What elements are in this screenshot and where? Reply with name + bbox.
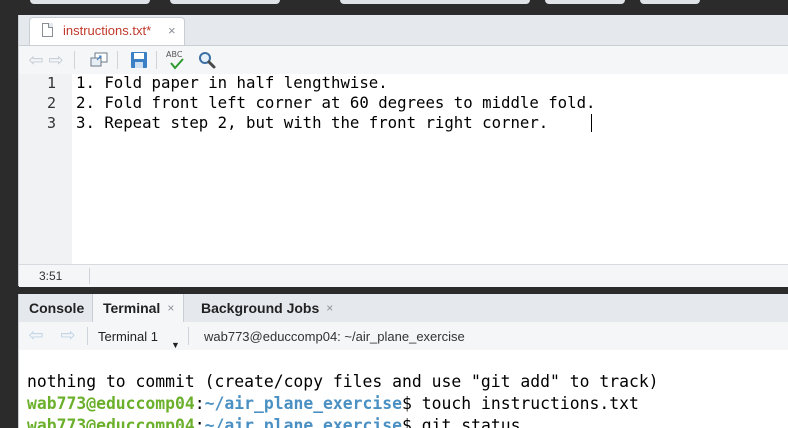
console-pane: Console Terminal × Background Jobs × ⇦ ⇨… [18,294,788,428]
editor-toolbar: ⇦ ⇨ ABC [19,46,788,75]
search-icon[interactable] [196,50,218,70]
toolbar-divider [117,51,118,69]
source-editor-pane: instructions.txt* × ⇦ ⇨ ABC 1 2 3 1. Fol… [18,15,788,287]
tab-terminal-label: Terminal [103,300,161,316]
line-number: 2 [46,94,56,112]
tab-background-jobs[interactable]: Background Jobs × [191,294,351,322]
back-arrow-icon[interactable]: ⇦ [27,325,45,345]
line-number: 3 [46,114,56,132]
code-line[interactable]: 3. Repeat step 2, but with the front rig… [76,113,548,132]
editor-tab-bar: instructions.txt* × [19,15,788,46]
editor-tab-label: instructions.txt* [63,23,152,38]
top-window-strip [0,0,788,15]
code-line[interactable]: 1. Fold paper in half lengthwise. [76,73,388,92]
prompt-separator: : [194,394,205,413]
cursor-position: 3:51 [39,269,63,283]
toolbar-divider [188,327,189,345]
console-tab-bar: Console Terminal × Background Jobs × [19,294,788,323]
prompt-user: wab773@educcomp04 [27,394,195,413]
close-tab-icon[interactable]: × [168,23,176,38]
code-line[interactable]: 2. Fold front left corner at 60 degrees … [76,93,595,112]
tab-terminal[interactable]: Terminal × [92,294,184,322]
close-tab-icon[interactable]: × [167,301,174,315]
line-number: 1 [46,74,56,92]
code-editor[interactable]: 1 2 3 1. Fold paper in half lengthwise. … [19,73,788,264]
terminal-line: wab773@educcomp04:~/air_plane_exercise$ … [27,416,520,428]
save-icon[interactable] [128,50,150,70]
prompt-user: wab773@educcomp04 [27,416,195,428]
status-divider [89,268,90,284]
toolbar-divider [87,327,88,345]
toolbar-divider [156,51,157,69]
terminal-output[interactable]: nothing to commit (create/copy files and… [19,350,788,428]
tab-console-label: Console [29,300,85,316]
terminal-line: nothing to commit (create/copy files and… [27,372,659,391]
tab-background-jobs-label: Background Jobs [201,300,320,316]
terminal-session-title: wab773@educcomp04: ~/air_plane_exercise [204,329,465,344]
editor-status-bar: 3:51 [19,264,788,287]
back-arrow-icon[interactable]: ⇦ [27,50,45,70]
forward-arrow-icon[interactable]: ⇨ [47,50,65,70]
spellcheck-abc-text: ABC [166,50,183,59]
close-tab-icon[interactable]: × [326,301,333,315]
text-file-icon [42,23,53,37]
forward-arrow-icon[interactable]: ⇨ [59,325,77,345]
terminal-command: $ touch instructions.txt [402,394,639,413]
prompt-path: ~/air_plane_exercise [204,394,403,413]
prompt-separator: : [194,416,205,428]
terminal-line: wab773@educcomp04:~/air_plane_exercise$ … [27,394,639,413]
terminal-selector[interactable]: Terminal 1 [98,329,158,344]
terminal-command: $ git status [402,416,521,428]
prompt-path: ~/air_plane_exercise [204,416,403,428]
terminal-toolbar: ⇦ ⇨ Terminal 1 ▼ wab773@educcomp04: ~/ai… [19,322,788,351]
tab-console[interactable]: Console [19,294,92,322]
text-cursor [591,114,592,132]
show-in-new-window-icon[interactable] [88,50,110,70]
line-number-gutter: 1 2 3 [19,74,72,264]
toolbar-divider [74,51,75,69]
editor-tab-instructions[interactable]: instructions.txt* × [29,17,185,45]
chevron-down-icon[interactable]: ▼ [171,340,180,350]
spellcheck-icon[interactable]: ABC [165,50,189,70]
